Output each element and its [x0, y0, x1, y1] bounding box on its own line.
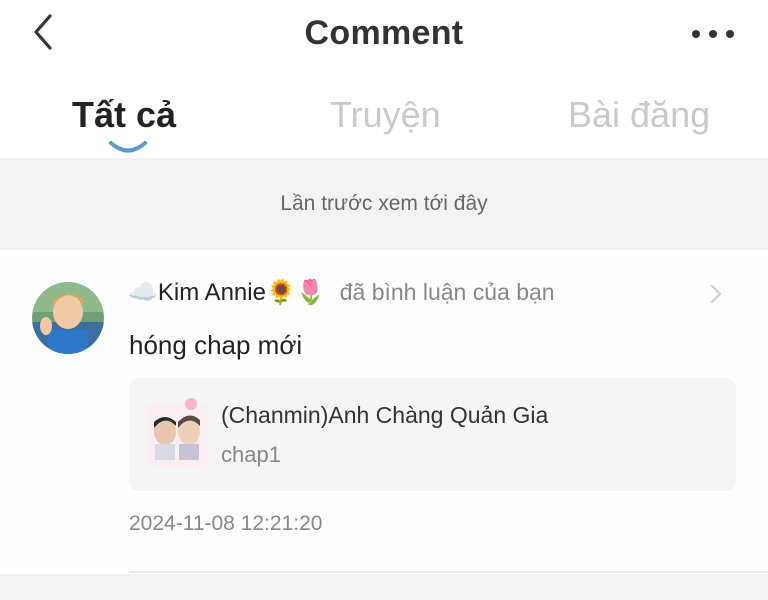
more-horizontal-icon	[692, 30, 700, 38]
tab-all[interactable]: Tất cả	[72, 94, 176, 136]
tab-bar: Tất cả Truyện Bài đăng	[0, 80, 768, 158]
list-footer-band	[0, 574, 768, 600]
last-viewed-text: Lần trước xem tới đây	[280, 192, 488, 215]
avatar[interactable]	[32, 282, 104, 354]
tab-posts[interactable]: Bài đăng	[568, 94, 710, 136]
story-chapter: chap1	[221, 442, 281, 467]
notification-item[interactable]: ☁️Kim Annie🌻🌷 đã bình luận của bạn hóng c…	[0, 250, 768, 574]
timestamp: 2024-11-08 12:21:20	[129, 512, 323, 535]
avatar-image	[32, 282, 104, 354]
last-viewed-divider: Lần trước xem tới đây	[0, 158, 768, 250]
page-title: Comment	[304, 14, 464, 52]
username[interactable]: ☁️Kim Annie🌻🌷	[128, 279, 326, 306]
divider	[129, 571, 768, 573]
more-options-button[interactable]	[690, 20, 738, 46]
chevron-right-icon[interactable]	[708, 282, 724, 306]
story-thumbnail	[147, 398, 207, 466]
story-title: (Chanmin)Anh Chàng Quản Gia	[221, 402, 549, 428]
notification-header: ☁️Kim Annie🌻🌷 đã bình luận của bạn	[128, 278, 555, 307]
active-tab-indicator	[109, 141, 147, 153]
tab-stories[interactable]: Truyện	[330, 94, 441, 136]
comment-text: hóng chap mới	[129, 330, 303, 360]
action-text: đã bình luận của bạn	[339, 279, 555, 305]
story-card[interactable]: (Chanmin)Anh Chàng Quản Gia chap1	[129, 378, 736, 491]
top-bar: Comment	[0, 0, 768, 70]
